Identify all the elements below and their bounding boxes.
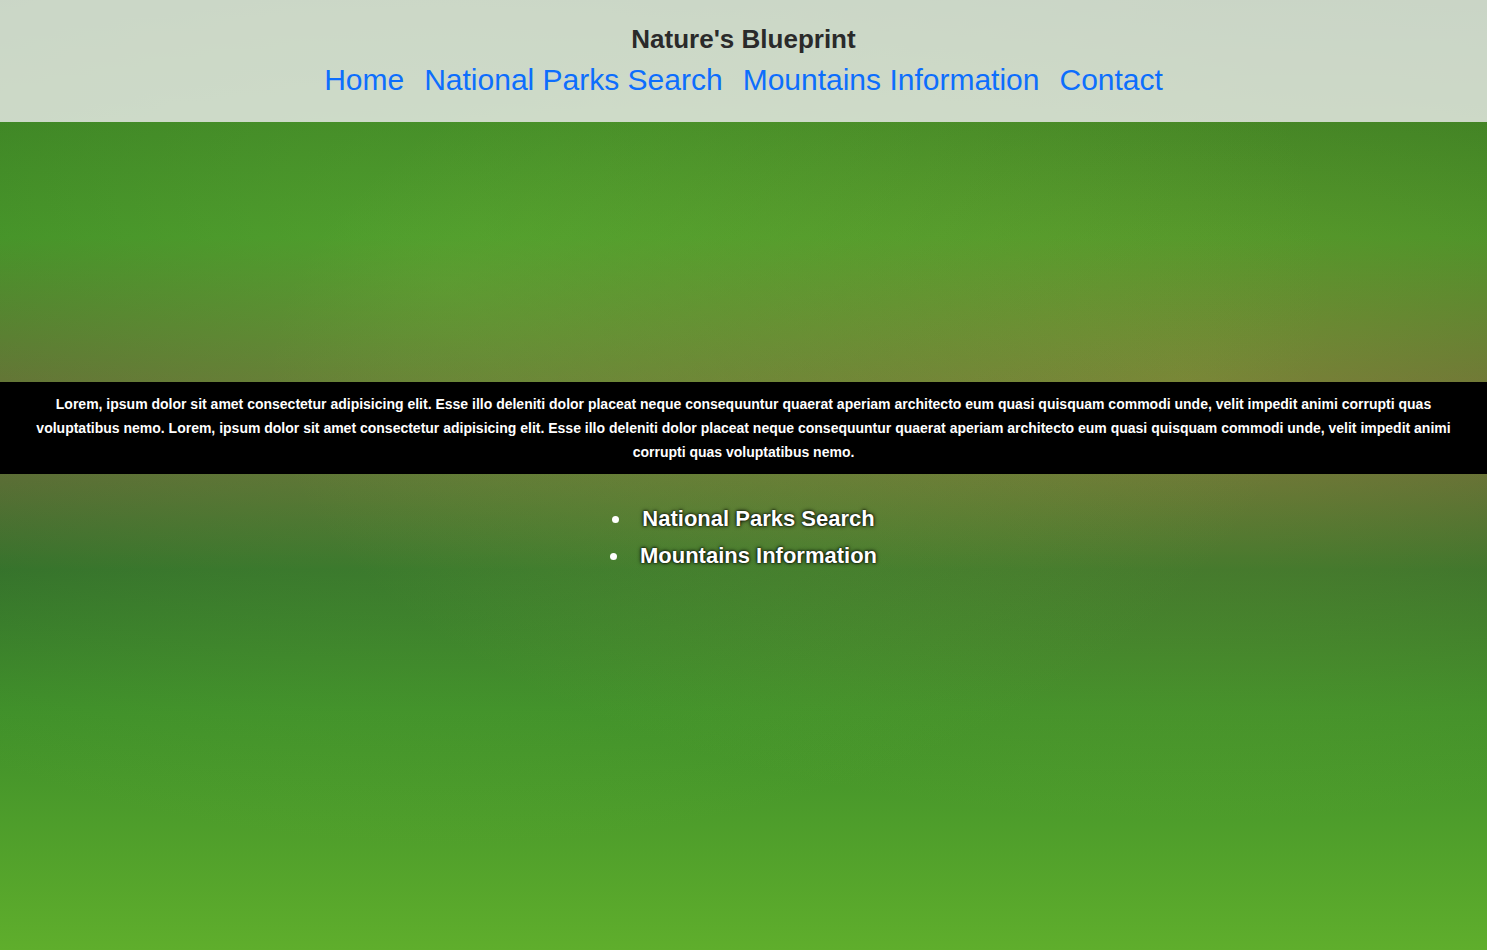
link-list: National Parks SearchMountains Informati…: [0, 500, 1487, 574]
page: Nature's Blueprint Home National Parks Sea…: [0, 0, 1487, 950]
nav-link[interactable]: National Parks Search: [424, 60, 722, 100]
main-content: Lorem, ipsum dolor sit amet consectetur …: [0, 382, 1487, 574]
site-title: Nature's Blueprint: [631, 22, 855, 56]
nav-link[interactable]: Contact: [1059, 60, 1162, 100]
site-header: Nature's Blueprint Home National Parks Sea…: [0, 0, 1487, 122]
nav-link[interactable]: Home: [324, 60, 404, 100]
background-photo: [0, 0, 1487, 950]
main-nav: Home National Parks Search Mountains Infor…: [324, 60, 1163, 100]
nav-link[interactable]: Mountains Information: [743, 60, 1040, 100]
intro-band: Lorem, ipsum dolor sit amet consectetur …: [0, 382, 1487, 474]
link-list-item[interactable]: Mountains Information: [610, 537, 877, 574]
link-list-item[interactable]: National Parks Search: [612, 500, 874, 537]
